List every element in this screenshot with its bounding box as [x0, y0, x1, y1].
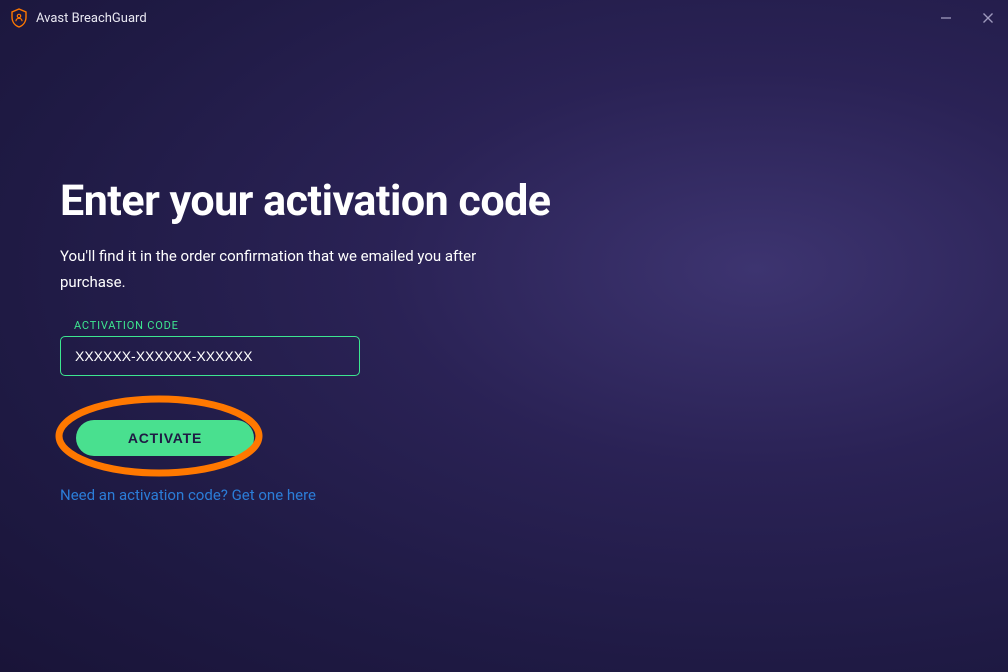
need-code-link[interactable]: Need an activation code? Get one here: [60, 486, 1008, 504]
titlebar: Avast BreachGuard: [0, 0, 1008, 36]
page-subtext: You'll find it in the order confirmation…: [60, 244, 500, 295]
main-content: Enter your activation code You'll find i…: [0, 36, 1008, 504]
activation-code-input[interactable]: [60, 336, 360, 376]
page-heading: Enter your activation code: [60, 176, 1008, 226]
titlebar-left: Avast BreachGuard: [10, 8, 147, 28]
minimize-button[interactable]: [936, 8, 956, 28]
activate-button[interactable]: ACTIVATE: [76, 420, 254, 456]
app-logo-icon: [10, 8, 28, 28]
activation-field: ACTIVATION CODE: [60, 319, 360, 376]
app-title: Avast BreachGuard: [36, 11, 147, 26]
activate-button-wrap: ACTIVATE: [60, 420, 270, 456]
close-button[interactable]: [978, 8, 998, 28]
activation-field-label: ACTIVATION CODE: [74, 319, 360, 332]
window-controls: [936, 8, 998, 28]
